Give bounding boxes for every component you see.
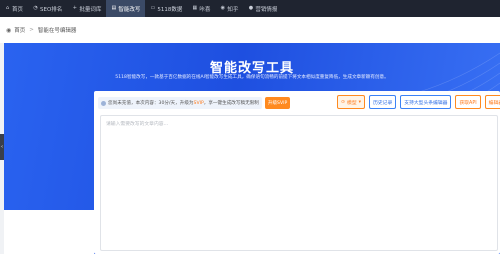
article-input[interactable]: 请输入需要改写的文章内容... [100,115,498,251]
quota-info: 您尚未充值，本次内容： 30分/天 ，升级为 SVIP ，享一键生成改写稿无限制 [98,97,262,109]
nav-item-seo[interactable]: ◔ SEO排名 [28,0,67,17]
chevron-left-icon: ‹ [1,144,3,150]
document-icon: ▭ [150,5,156,11]
breadcrumb-separator: > [29,27,34,33]
chat-icon: ● [248,5,254,11]
nav-item-label: SEO排名 [40,6,63,13]
nav-item-label: 首页 [12,6,24,13]
nav-item-rank[interactable]: ▦ 咔喜 [187,0,215,17]
nav-item-label: 智能改写 [118,6,141,13]
nav-item-keywords[interactable]: + 批量词库 [67,0,106,17]
rewrite-card: 您尚未充值，本次内容： 30分/天 ，升级为 SVIP ，享一键生成改写稿无限制… [94,91,500,254]
home-icon: ⌂ [5,5,10,11]
editor-button[interactable]: 编辑器 [484,95,500,109]
model-label: 模型 [347,100,357,106]
nav-item-zhihu[interactable]: ◉ 知乎 [215,0,243,17]
quota-bar: 您尚未充值，本次内容： 30分/天 ，升级为 SVIP ，享一键生成改写稿无限制… [98,96,291,110]
left-panel [4,210,94,254]
collapse-sidebar-tab[interactable]: ‹ [0,134,4,160]
breadcrumb-current: 智能在号编辑器 [37,28,77,34]
zhihu-icon: ◉ [220,5,226,11]
hero-subtitle: 5118智能改写，一款基于百亿数据的在线AI智能改写生成工具，确保语句流畅的前提… [115,75,389,80]
quota-prefix: 您尚未充值，本次内容： [108,101,159,106]
nav-item-rewrite[interactable]: ▤ 智能改写 [106,0,146,17]
nav-item-home[interactable]: ⌂ 首页 [0,0,28,17]
nav-item-label: 知乎 [227,6,239,13]
seo-icon: ◔ [33,5,38,11]
location-icon: ◉ [6,26,12,34]
quota-mid: ，升级为 [175,101,194,106]
nav-item-data[interactable]: ▭ 5118数据 [145,0,187,17]
quota-vip: SVIP [193,100,204,106]
nav-item-label: 营销情报 [255,6,278,13]
quota-suffix: ，享一键生成改写稿无限制 [203,101,259,106]
model-icon: ⊙ [341,99,346,105]
quota-count: 30分/天 [158,101,176,106]
info-icon [101,100,106,106]
action-buttons: ⊙ 模型 ▾ 历史记录 支持大型头条编辑器 获取API 编辑器 [337,95,500,109]
nav-item-label: 批量词库 [79,6,102,13]
get-api-button[interactable]: 获取API [455,95,481,109]
plus-icon: + [72,5,77,11]
breadcrumb-home[interactable]: 首页 [14,26,25,34]
chevron-down-icon: ▾ [358,99,362,105]
breadcrumb: ◉ 首页 > 智能在号编辑器 [0,17,500,43]
toutiao-editor-button[interactable]: 支持大型头条编辑器 [400,95,452,109]
nav-item-label: 咔喜 [199,6,211,13]
model-select-button[interactable]: ⊙ 模型 ▾ [337,95,366,109]
rank-icon: ▦ [192,5,198,11]
nav-item-label: 5118数据 [157,6,183,13]
history-button[interactable]: 历史记录 [369,95,397,109]
nav-item-marketing[interactable]: ● 营销情报 [243,0,282,17]
top-nav: ⌂ 首页 ◔ SEO排名 + 批量词库 ▤ 智能改写 ▭ 5118数据 ▦ 咔喜… [0,0,500,17]
upgrade-svip-button[interactable]: 升级SVIP [264,97,291,109]
file-icon: ▤ [111,5,117,11]
